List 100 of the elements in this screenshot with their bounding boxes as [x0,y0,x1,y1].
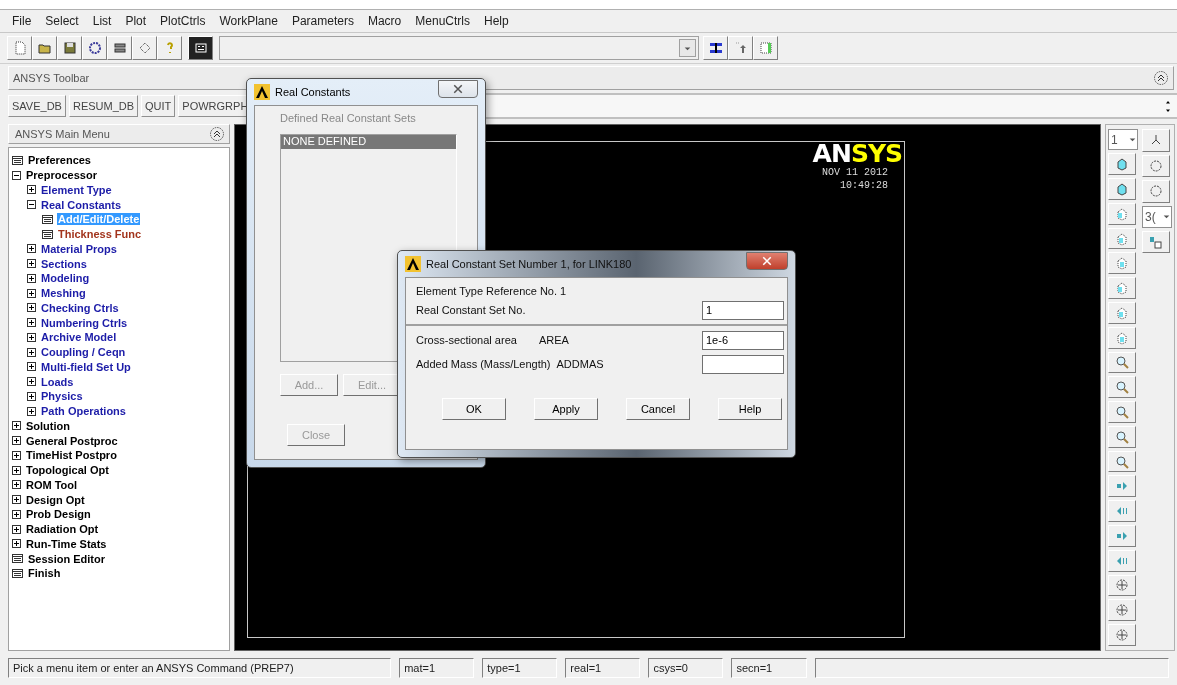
menu-tree-item[interactable]: Multi-field Set Up [40,360,132,373]
expand-toggle[interactable] [27,273,36,283]
view-button[interactable] [1108,178,1136,200]
expand-toggle[interactable] [27,332,36,342]
menu-tree-item[interactable]: Topological Opt [25,464,110,477]
view-button[interactable] [1108,525,1136,547]
input-field[interactable]: 1 [702,300,784,320]
menu-tree-item[interactable]: TimeHist Postpro [25,449,118,462]
dialog-button[interactable]: Cancel [626,398,690,420]
view-button[interactable] [1108,153,1136,176]
view-button[interactable] [1108,549,1136,572]
dialog-button[interactable]: Help [718,398,782,420]
close-button[interactable] [438,80,478,98]
view-button[interactable] [1108,252,1136,275]
menu-tree-item[interactable]: Physics [40,390,84,403]
dialog-button[interactable]: Apply [534,398,598,420]
toolbar-button[interactable] [703,36,728,60]
menu-tree-item[interactable]: Meshing [40,287,87,300]
menu-tree-item[interactable]: Thickness Func [57,228,143,241]
expand-toggle[interactable] [12,421,21,431]
menu-tree-item[interactable]: General Postproc [25,434,119,447]
toolbar-button[interactable] [82,36,107,60]
expand-toggle[interactable] [27,318,36,328]
view-button[interactable] [1108,500,1136,522]
menu-tree-item[interactable]: Prob Design [25,508,92,521]
expand-toggle[interactable] [27,362,36,372]
menu-tree-item[interactable]: Solution [25,419,71,432]
view-button[interactable] [1142,154,1170,177]
view-button[interactable] [1108,401,1136,423]
menu-item[interactable]: WorkPlane [212,14,285,28]
view-button[interactable] [1142,129,1170,152]
view-button[interactable] [1108,425,1136,448]
menu-item[interactable]: List [85,14,119,28]
menu-tree-item[interactable]: Path Operations [40,405,127,418]
view-button[interactable] [1142,230,1170,253]
view-button[interactable] [1108,227,1136,250]
view-button[interactable] [1108,202,1136,225]
menu-tree-item[interactable]: Checking Ctrls [40,301,120,314]
expand-toggle[interactable] [27,185,36,195]
menu-item[interactable]: File [5,14,39,28]
menu-item[interactable]: MenuCtrls [408,14,477,28]
menu-tree-item[interactable]: Design Opt [25,493,86,506]
expand-toggle[interactable] [12,436,21,446]
expand-toggle[interactable] [27,347,36,357]
menu-item[interactable]: Help [476,14,516,28]
dialog-button[interactable]: OK [442,398,506,420]
menu-tree-item[interactable]: Material Props [40,242,118,255]
menu-tree-item[interactable]: Preprocessor [25,169,98,182]
expand-toggle[interactable] [27,303,36,313]
collapse-toggle[interactable] [12,170,21,180]
collapse-toggle[interactable] [27,200,36,210]
expand-toggle[interactable] [27,391,36,401]
menu-tree-item[interactable]: Finish [27,567,62,580]
expand-toggle[interactable] [27,406,36,416]
close-button[interactable] [746,252,788,270]
expand-toggle[interactable] [12,524,21,534]
menu-tree-item[interactable]: Preferences [27,154,92,167]
toolbar-button[interactable] [57,36,82,60]
view-dropdown[interactable]: 3( [1142,205,1172,228]
view-button[interactable] [1108,326,1136,349]
view-button[interactable] [1142,180,1170,203]
menu-tree-item[interactable]: Sections [40,257,88,270]
toolbar-command-button[interactable]: SAVE_DB [8,95,66,117]
view-button[interactable] [1108,376,1136,399]
toolbar-command-button[interactable]: RESUM_DB [68,95,139,117]
menu-tree-item[interactable]: Modeling [40,272,91,285]
view-button[interactable] [1108,302,1136,324]
expand-toggle[interactable] [12,450,21,460]
toolbar-button[interactable] [107,36,132,60]
view-button[interactable] [1108,450,1136,473]
view-button[interactable] [1108,277,1136,299]
constant-set-item[interactable]: NONE DEFINED [281,135,456,149]
view-button[interactable] [1108,574,1136,597]
menu-item[interactable]: Parameters [284,14,361,28]
command-field[interactable] [219,36,699,60]
toolbar-command-button[interactable]: QUIT [141,95,176,117]
expand-toggle[interactable] [12,509,21,519]
menu-tree-item[interactable]: Run-Time Stats [25,537,108,550]
expand-toggle[interactable] [27,288,36,298]
menu-tree-item[interactable]: Numbering Ctrls [40,316,129,329]
expand-toggle[interactable] [27,377,36,387]
view-button[interactable] [1108,351,1136,374]
menu-item[interactable]: Plot [118,14,154,28]
expand-toggle[interactable] [12,495,21,505]
input-field[interactable] [702,354,784,374]
menu-tree-item[interactable]: ROM Tool [25,478,79,491]
menu-tree-item[interactable]: Radiation Opt [25,523,100,536]
expand-toggle[interactable] [27,259,36,269]
expand-toggle[interactable] [27,244,36,254]
keyboard-button[interactable] [188,36,213,60]
view-button[interactable] [1108,475,1136,498]
expand-toggle[interactable] [12,539,21,549]
menu-tree-item[interactable]: Element Type [40,183,113,196]
menu-tree-item[interactable]: Real Constants [40,198,123,211]
view-button[interactable] [1108,599,1136,622]
menu-tree-item[interactable]: Archive Model [40,331,118,344]
menu-item[interactable]: Select [38,14,86,28]
menu-tree-item[interactable]: Loads [40,375,75,388]
menu-tree-item[interactable]: Coupling / Ceqn [40,346,127,359]
input-field[interactable]: 1e-6 [702,330,784,350]
